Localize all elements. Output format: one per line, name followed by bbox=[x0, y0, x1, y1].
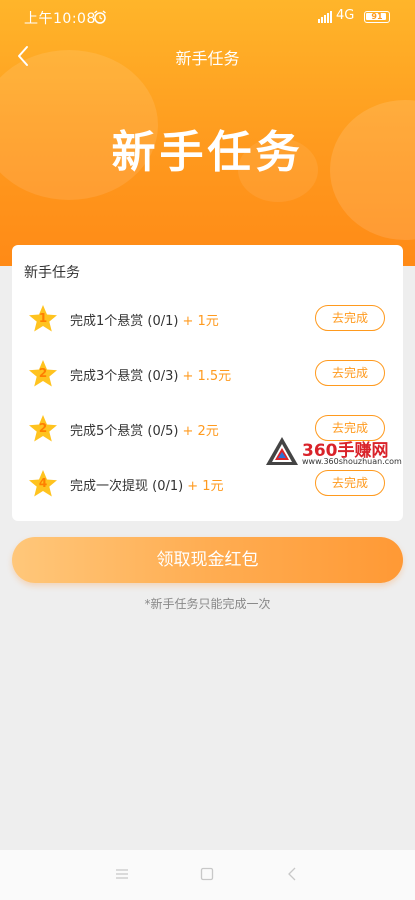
menu-icon[interactable] bbox=[114, 867, 130, 881]
status-bar: 上午10:08 4G 91 bbox=[0, 0, 415, 34]
task-card: 新手任务 1 完成1个悬赏 (0/1) + 1元 去完成 2 完成3个悬赏 (0/… bbox=[12, 245, 403, 521]
star-number: 2 bbox=[38, 366, 48, 380]
task-reward: + 1.5元 bbox=[182, 369, 232, 384]
claim-cash-button[interactable]: 领取现金红包 bbox=[12, 537, 403, 583]
task-description: 完成3个悬赏 (0/3) bbox=[70, 369, 179, 384]
battery-icon: 91 bbox=[364, 11, 390, 23]
watermark: 360手赚网 www.360shouzhuan.com bbox=[265, 436, 415, 476]
go-complete-button[interactable]: 去完成 bbox=[315, 360, 385, 386]
task-label: 完成1个悬赏 (0/1) + 1元 bbox=[70, 310, 219, 329]
watermark-url: www.360shouzhuan.com bbox=[302, 457, 402, 466]
task-row: 1 完成1个悬赏 (0/1) + 1元 去完成 bbox=[12, 299, 403, 339]
network-type: 4G bbox=[336, 8, 355, 23]
system-nav-bar bbox=[0, 850, 415, 900]
battery-level: 91 bbox=[366, 12, 386, 21]
home-square-icon[interactable] bbox=[200, 867, 214, 881]
page-title: 新手任务 bbox=[175, 49, 240, 68]
task-reward: + 1元 bbox=[182, 314, 219, 329]
task-reward: + 1元 bbox=[187, 479, 224, 494]
task-row: 2 完成3个悬赏 (0/3) + 1.5元 去完成 bbox=[12, 354, 403, 394]
hero-title: 新手任务 bbox=[111, 127, 304, 178]
go-complete-button[interactable]: 去完成 bbox=[315, 305, 385, 331]
task-description: 完成5个悬赏 (0/5) bbox=[70, 424, 179, 439]
star-number: 1 bbox=[38, 311, 48, 325]
task-label: 完成3个悬赏 (0/3) + 1.5元 bbox=[70, 365, 231, 384]
task-description: 完成一次提现 (0/1) bbox=[70, 479, 184, 494]
watermark-logo-icon bbox=[266, 437, 298, 465]
footnote: *新手任务只能完成一次 bbox=[144, 597, 271, 611]
battery-percent: 91 bbox=[371, 12, 383, 21]
star-number: 2 bbox=[38, 421, 48, 435]
task-description: 完成1个悬赏 (0/1) bbox=[70, 314, 179, 329]
status-time: 上午10:08 bbox=[24, 11, 96, 27]
signal-icon bbox=[318, 11, 332, 23]
back-triangle-icon[interactable] bbox=[286, 866, 298, 882]
alarm-clock-icon bbox=[94, 10, 106, 24]
task-reward: + 2元 bbox=[182, 424, 219, 439]
card-title: 新手任务 bbox=[24, 265, 80, 281]
task-label: 完成5个悬赏 (0/5) + 2元 bbox=[70, 420, 219, 439]
star-number: 4 bbox=[38, 476, 48, 490]
task-label: 完成一次提现 (0/1) + 1元 bbox=[70, 475, 224, 494]
